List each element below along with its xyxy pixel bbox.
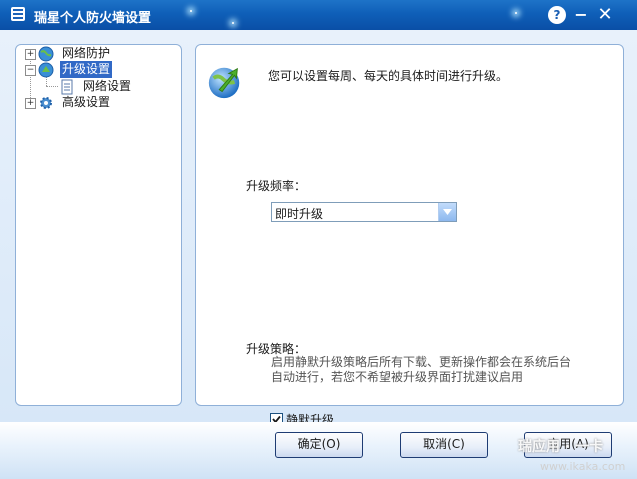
tree-item-upgrade-settings[interactable]: − 升级设置 — [25, 61, 175, 78]
policy-description: 启用静默升级策略后所有下载、更新操作都会在系统后台 自动进行，若您不希望被升级界… — [271, 355, 591, 385]
app-shield-icon — [11, 7, 25, 21]
close-button[interactable]: ✕ — [596, 6, 614, 24]
help-button[interactable]: ? — [548, 6, 566, 24]
ok-button[interactable]: 确定(O) — [275, 432, 363, 458]
frequency-label: 升级频率： — [246, 179, 307, 193]
tree-item-label: 网络设置 — [83, 79, 132, 93]
cancel-button[interactable]: 取消(C) — [400, 432, 488, 458]
sparkle-decoration — [190, 10, 192, 12]
collapse-toggle[interactable]: − — [25, 65, 36, 76]
settings-window: 瑞星个人防火墙设置 ? − ✕ + 网络防护 − 升级设置 网络设置 + 高级设… — [0, 0, 637, 479]
dialog-body: + 网络防护 − 升级设置 网络设置 + 高级设置 您可以设置每周、每天的具体时… — [0, 30, 637, 427]
title-bar[interactable]: 瑞星个人防火墙设置 ? − ✕ — [0, 0, 637, 30]
sparkle-decoration — [515, 12, 517, 14]
tree-item-label: 升级设置 — [60, 61, 113, 78]
minimize-button[interactable]: − — [572, 6, 590, 24]
tree-item-network-protection[interactable]: + 网络防护 — [25, 45, 175, 62]
sparkle-decoration — [232, 22, 234, 24]
document-icon — [61, 79, 73, 95]
gear-icon — [40, 97, 52, 109]
tree-item-advanced-settings[interactable]: + 高级设置 — [25, 94, 175, 111]
tree-item-label: 高级设置 — [62, 95, 111, 109]
upgrade-globe-arrow-icon — [208, 67, 240, 99]
upgrade-settings-panel: 您可以设置每周、每天的具体时间进行升级。 升级频率： 即时升级 升级策略： 启用… — [195, 44, 624, 427]
network-globe-icon — [38, 46, 54, 62]
upgrade-globe-icon — [38, 62, 54, 78]
expand-toggle[interactable]: + — [25, 98, 36, 109]
policy-text-line: 自动进行，若您不希望被升级界面打扰建议启用 — [271, 370, 524, 384]
chevron-down-icon — [443, 209, 452, 215]
settings-tree: + 网络防护 − 升级设置 网络设置 + 高级设置 — [15, 44, 182, 406]
window-title: 瑞星个人防火墙设置 — [34, 11, 152, 26]
expand-toggle[interactable]: + — [25, 49, 36, 60]
dropdown-arrow-button[interactable] — [438, 203, 456, 221]
frequency-selected-value: 即时升级 — [275, 207, 324, 221]
policy-text-line: 启用静默升级策略后所有下载、更新操作都会在系统后台 — [271, 355, 572, 369]
tree-item-network-settings[interactable]: 网络设置 — [25, 78, 175, 95]
watermark-url: www.ikaka.com — [540, 460, 626, 473]
description-text: 您可以设置每周、每天的具体时间进行升级。 — [268, 69, 509, 83]
frequency-select[interactable]: 即时升级 — [271, 202, 457, 222]
tree-item-label: 网络防护 — [62, 46, 111, 60]
watermark-logo: 瑞应用 · 一卡 — [518, 439, 604, 455]
